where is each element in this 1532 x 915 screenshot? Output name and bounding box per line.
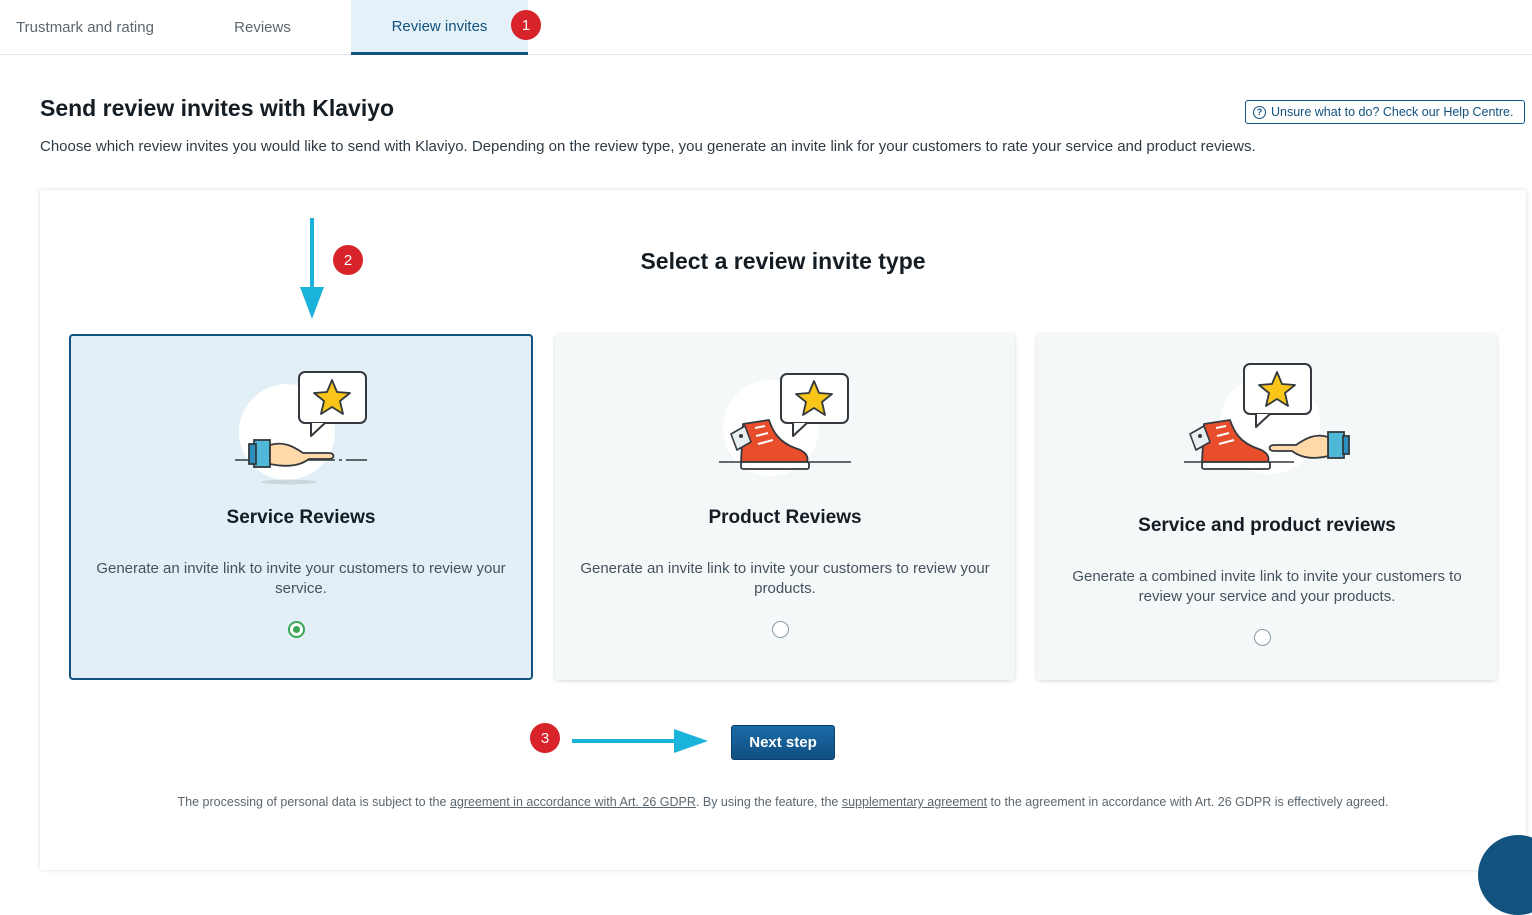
option-description: Generate an invite link to invite your c…: [96, 560, 506, 597]
gdpr-text-part: to the agreement in accordance with Art.…: [987, 795, 1389, 809]
gdpr-agreement-link[interactable]: agreement in accordance with Art. 26 GDP…: [450, 795, 696, 809]
next-step-button[interactable]: Next step: [731, 725, 835, 760]
tab-reviews[interactable]: Reviews: [185, 0, 340, 54]
annotation-badge-3: 3: [530, 723, 560, 753]
option-heading: Service and product reviews: [1138, 515, 1396, 536]
option-description: Generate an invite link to invite your c…: [580, 560, 990, 597]
supplementary-agreement-link[interactable]: supplementary agreement: [842, 795, 987, 809]
option-description: Generate a combined invite link to invit…: [1072, 568, 1462, 605]
tab-trustmark-and-rating[interactable]: Trustmark and rating: [0, 0, 170, 54]
invite-type-panel: Select a review invite type Service Revi…: [40, 190, 1526, 870]
help-centre-label: Unsure what to do? Check our Help Centre…: [1271, 105, 1514, 119]
service-and-product-reviews-radio[interactable]: [1254, 629, 1271, 646]
service-and-product-reviews-illustration: [1184, 363, 1350, 474]
page-description: Choose which review invites you would li…: [40, 138, 1256, 155]
annotation-arrow-right-icon: [572, 729, 708, 753]
panel-title: Select a review invite type: [640, 248, 926, 274]
gdpr-notice: The processing of personal data is subje…: [0, 795, 1532, 809]
option-heading: Product Reviews: [708, 507, 862, 528]
annotation-badge-2: 2: [333, 245, 363, 275]
option-card-service-reviews[interactable]: Service Reviews Generate an invite link …: [69, 334, 533, 680]
service-reviews-radio[interactable]: [288, 621, 305, 638]
service-reviews-illustration: [235, 371, 367, 485]
help-centre-button[interactable]: ? Unsure what to do? Check our Help Cent…: [1245, 100, 1525, 124]
annotation-badge-1: 1: [511, 10, 541, 40]
tab-bar: Trustmark and rating Reviews Review invi…: [0, 0, 1532, 55]
gdpr-text-part: The processing of personal data is subje…: [177, 795, 450, 809]
annotation-arrow-down-icon: [300, 218, 324, 319]
question-icon: ?: [1253, 105, 1266, 119]
gdpr-text-part: . By using the feature, the: [695, 795, 842, 809]
option-card-service-and-product-reviews[interactable]: Service and product reviews Generate a c…: [1037, 334, 1497, 680]
page-title: Send review invites with Klaviyo: [40, 95, 395, 121]
product-reviews-radio[interactable]: [772, 621, 789, 638]
product-reviews-illustration: [719, 373, 851, 476]
option-heading: Service Reviews: [226, 507, 376, 528]
option-card-product-reviews[interactable]: Product Reviews Generate an invite link …: [555, 334, 1015, 680]
tab-review-invites[interactable]: Review invites: [351, 0, 528, 55]
